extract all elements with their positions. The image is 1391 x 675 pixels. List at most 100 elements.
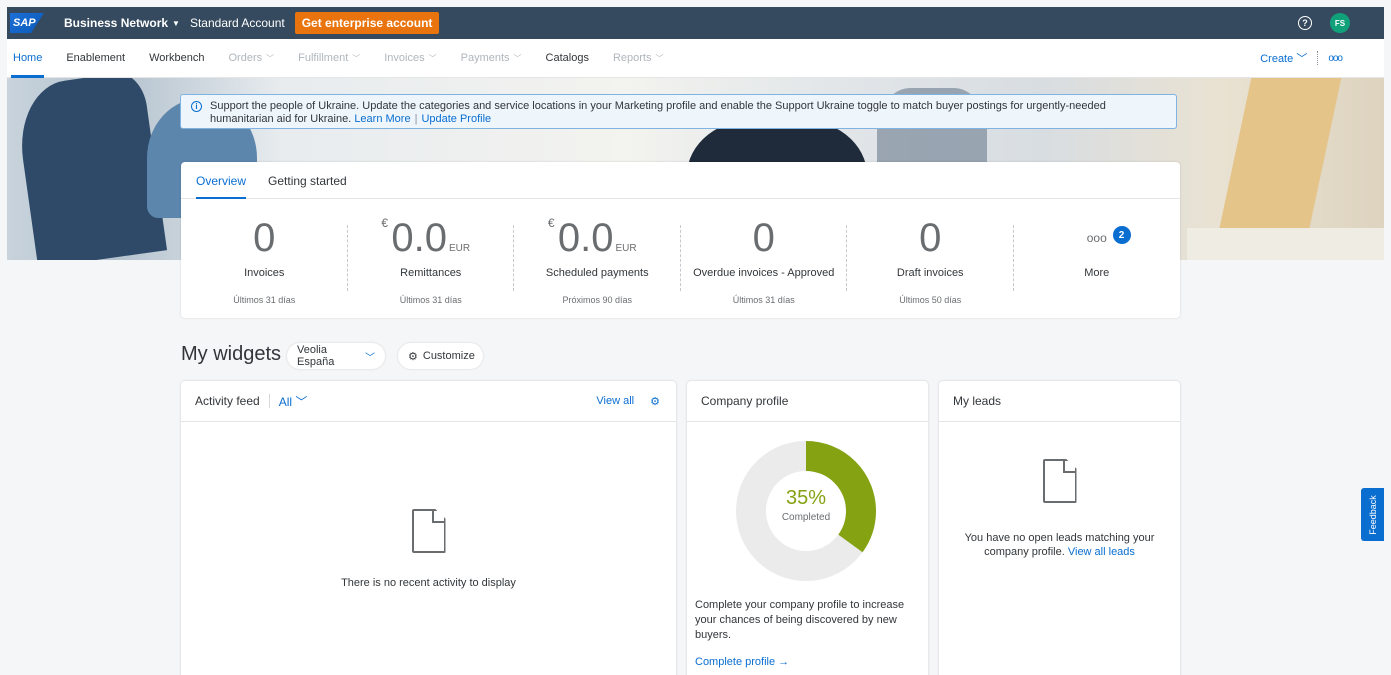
kpi-value: 0 <box>253 216 276 260</box>
nav-divider <box>1317 51 1319 65</box>
shell-bar: SAP Business Network ▼ Standard Account … <box>7 7 1384 39</box>
kpi-period: Próximos 90 días <box>562 295 633 305</box>
company-selector[interactable]: Veolia España ﹀ <box>287 343 385 369</box>
chevron-down-icon: ﹀ <box>513 53 522 63</box>
profile-completed-label: Completed <box>781 512 831 523</box>
chevron-down-icon: ﹀ <box>655 53 664 63</box>
view-all-leads-link[interactable]: View all leads <box>1068 546 1135 558</box>
view-all-link[interactable]: View all <box>596 395 634 407</box>
kpi-draft-invoices[interactable]: 0 Draft invoices Últimos 50 días <box>847 199 1014 317</box>
kpi-overdue-invoices[interactable]: 0 Overdue invoices - Approved Últimos 31… <box>681 199 848 317</box>
kpi-more[interactable]: ooo 2 More <box>1014 199 1181 317</box>
card-title: Activity feed <box>195 394 260 408</box>
product-name: Business Network <box>64 16 169 30</box>
empty-message: There is no recent activity to display <box>341 577 516 589</box>
kpi-value: 0.0 <box>391 216 447 260</box>
card-title: Company profile <box>701 394 789 408</box>
filter-label: All <box>278 394 293 409</box>
account-type: Standard Account <box>189 16 285 30</box>
banner-text: Support the people of Ukraine. Update th… <box>210 100 1106 125</box>
settings-icon[interactable]: ⚙ <box>650 395 660 408</box>
info-icon: i <box>191 101 202 112</box>
avatar[interactable]: FS <box>1330 13 1350 33</box>
nav-invoices-label: Invoices <box>384 52 425 64</box>
nav-enablement[interactable]: Enablement <box>66 39 125 78</box>
create-label: Create <box>1260 53 1294 65</box>
customize-label: Customize <box>422 350 475 362</box>
tab-overview[interactable]: Overview <box>196 162 247 199</box>
profile-progress-donut: 35% Completed <box>736 441 876 581</box>
feedback-button[interactable]: Feedback <box>1361 488 1384 541</box>
count-badge: 2 <box>1112 226 1131 244</box>
chevron-down-icon: ﹀ <box>365 352 375 364</box>
nav-orders-label: Orders <box>228 52 263 64</box>
document-icon <box>411 509 446 553</box>
sap-logo[interactable]: SAP <box>10 13 44 33</box>
nav-home[interactable]: Home <box>10 39 45 78</box>
widgets-title: My widgets <box>181 343 282 365</box>
nav-enablement-label: Enablement <box>66 52 126 64</box>
nav-reports-label: Reports <box>612 52 652 64</box>
overview-card: Overview Getting started 0 Invoices Últi… <box>181 162 1180 318</box>
nav-workbench-label: Workbench <box>149 52 205 64</box>
feedback-label: Feedback <box>1367 494 1378 535</box>
nav-home-label: Home <box>13 52 43 64</box>
nav-catalogs[interactable]: Catalogs <box>546 39 589 78</box>
tab-getting-started[interactable]: Getting started <box>268 162 347 199</box>
activity-feed-card: Activity feed All ﹀ View all ⚙ There is … <box>181 381 676 675</box>
kpi-label: More <box>1084 267 1110 279</box>
nav-orders[interactable]: Orders ﹀ <box>229 39 275 78</box>
kpi-remittances[interactable]: €0.0 EUR Remittances Últimos 31 días <box>348 199 515 317</box>
kpi-value: 0 <box>919 216 942 260</box>
currency-symbol: € <box>547 216 555 230</box>
more-dots-icon: ooo <box>1086 231 1107 245</box>
help-icon[interactable]: ? <box>1298 16 1312 30</box>
kpi-label: Draft invoices <box>896 267 964 279</box>
product-switcher[interactable]: Business Network ▼ <box>64 16 180 30</box>
nav-workbench[interactable]: Workbench <box>149 39 204 78</box>
divider <box>268 394 270 408</box>
kpi-scheduled-payments[interactable]: €0.0 EUR Scheduled payments Próximos 90 d… <box>514 199 681 317</box>
kpi-period: Últimos 50 días <box>899 295 962 305</box>
nav-fulfillment-label: Fulfillment <box>298 52 349 64</box>
company-profile-card: Company profile 35% Completed Complete y… <box>687 381 928 675</box>
overview-tabs: Overview Getting started <box>181 162 1180 199</box>
activity-filter[interactable]: All ﹀ <box>279 393 308 410</box>
kpi-value: 0.0 <box>557 216 614 260</box>
nav-payments-label: Payments <box>460 52 510 64</box>
update-profile-link[interactable]: Update Profile <box>421 113 491 125</box>
nav-fulfillment[interactable]: Fulfillment ﹀ <box>298 39 360 78</box>
kpi-label: Remittances <box>400 267 462 279</box>
nav-payments[interactable]: Payments ﹀ <box>461 39 522 78</box>
more-icon[interactable]: ooo <box>1328 53 1343 64</box>
nav-invoices[interactable]: Invoices ﹀ <box>384 39 436 78</box>
get-enterprise-account-button[interactable]: Get enterprise account <box>294 12 440 34</box>
my-leads-card: My leads You have no open leads matching… <box>939 381 1180 675</box>
learn-more-link[interactable]: Learn More <box>354 113 410 125</box>
profile-percent: 35% <box>785 487 827 509</box>
chevron-down-icon: ﹀ <box>266 53 275 63</box>
nav-catalogs-label: Catalogs <box>545 52 589 64</box>
kpi-label: Overdue invoices - Approved <box>693 267 835 279</box>
nav-reports[interactable]: Reports ﹀ <box>613 39 664 78</box>
main-nav: Home Enablement Workbench Orders ﹀ Fulfil… <box>7 39 1384 78</box>
profile-description: Complete your company profile to increas… <box>695 599 905 641</box>
kpi-period: Últimos 31 días <box>399 295 462 305</box>
kpi-value: 0 <box>752 216 775 260</box>
sliders-icon: ⚙ <box>408 350 418 363</box>
chevron-down-icon: ﹀ <box>1296 53 1308 65</box>
kpi-label: Scheduled payments <box>545 267 649 279</box>
info-banner: i Support the people of Ukraine. Update … <box>180 94 1177 129</box>
currency-unit: EUR <box>615 243 637 254</box>
complete-profile-link[interactable]: Complete profile → <box>695 656 789 668</box>
kpi-label: Invoices <box>244 267 285 279</box>
kpi-period: Últimos 31 días <box>732 295 795 305</box>
caret-down-icon: ▼ <box>172 18 180 28</box>
kpi-invoices[interactable]: 0 Invoices Últimos 31 días <box>181 199 348 317</box>
currency-unit: EUR <box>448 243 471 254</box>
chevron-down-icon: ﹀ <box>428 53 437 63</box>
create-menu[interactable]: Create ﹀ <box>1260 50 1307 66</box>
customize-button[interactable]: ⚙ Customize <box>398 343 483 369</box>
card-title: My leads <box>953 394 1002 408</box>
chevron-down-icon: ﹀ <box>352 53 361 63</box>
